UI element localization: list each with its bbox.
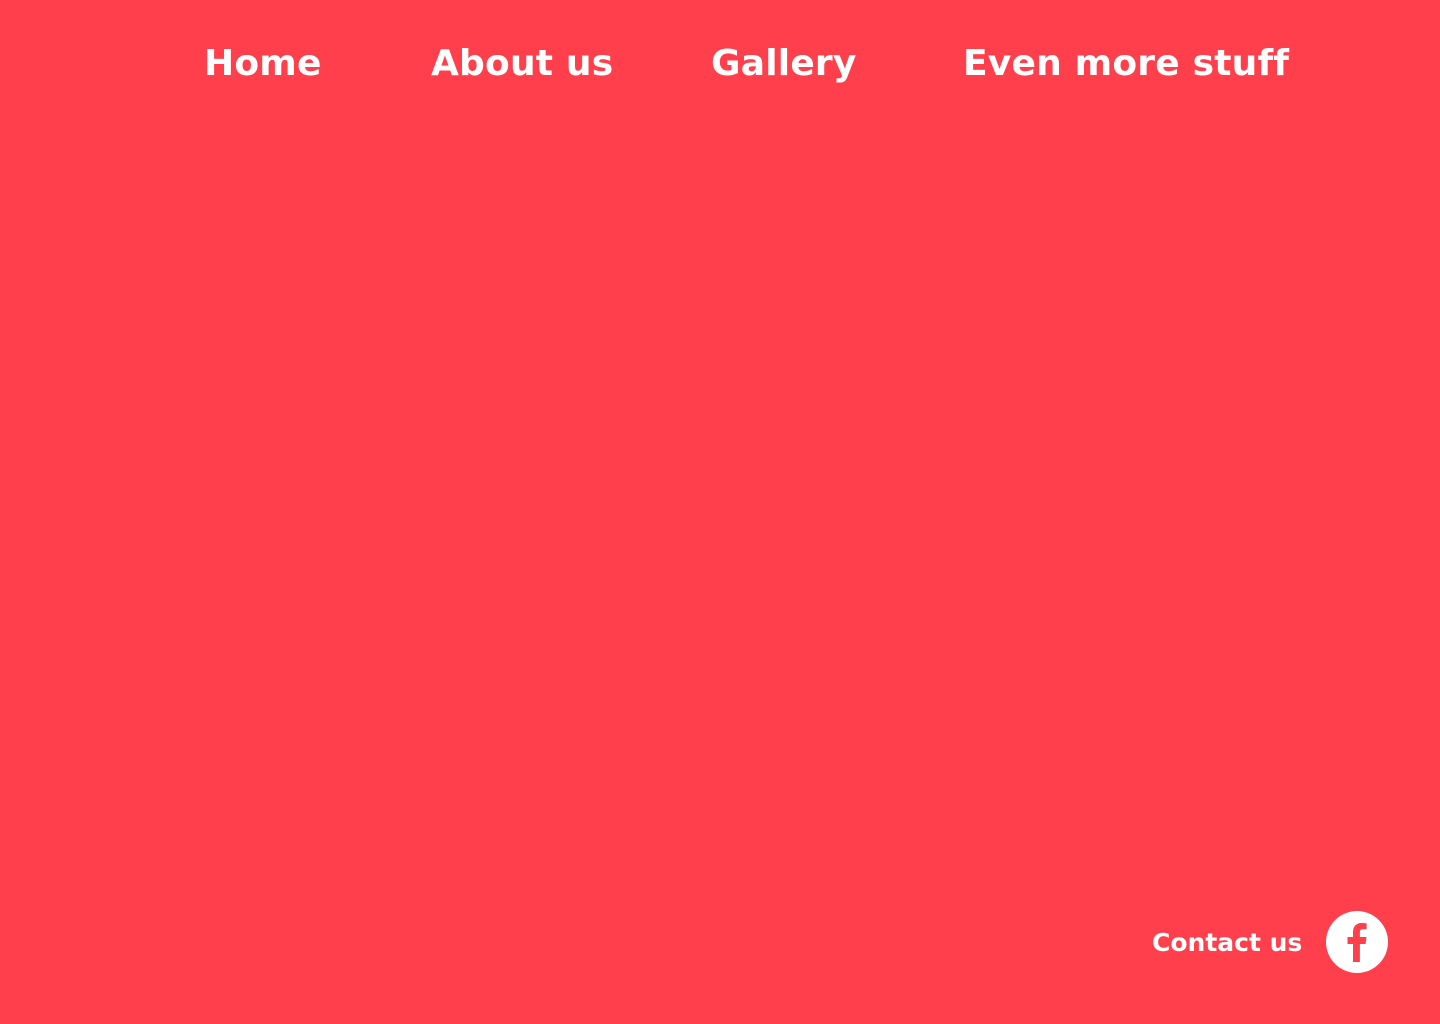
nav-link-gallery[interactable]: Gallery <box>711 38 857 90</box>
nav-link-about-us[interactable]: About us <box>431 38 613 90</box>
nav-link-home[interactable]: Home <box>204 38 322 90</box>
nav-link-even-more-stuff[interactable]: Even more stuff <box>963 38 1289 90</box>
contact-us-link[interactable]: Contact us <box>1152 924 1302 962</box>
facebook-button[interactable] <box>1326 911 1388 973</box>
facebook-icon <box>1347 923 1367 962</box>
main-navigation: Home About us Gallery Even more stuff <box>0 0 1440 128</box>
footer: Contact us <box>0 904 1440 1024</box>
